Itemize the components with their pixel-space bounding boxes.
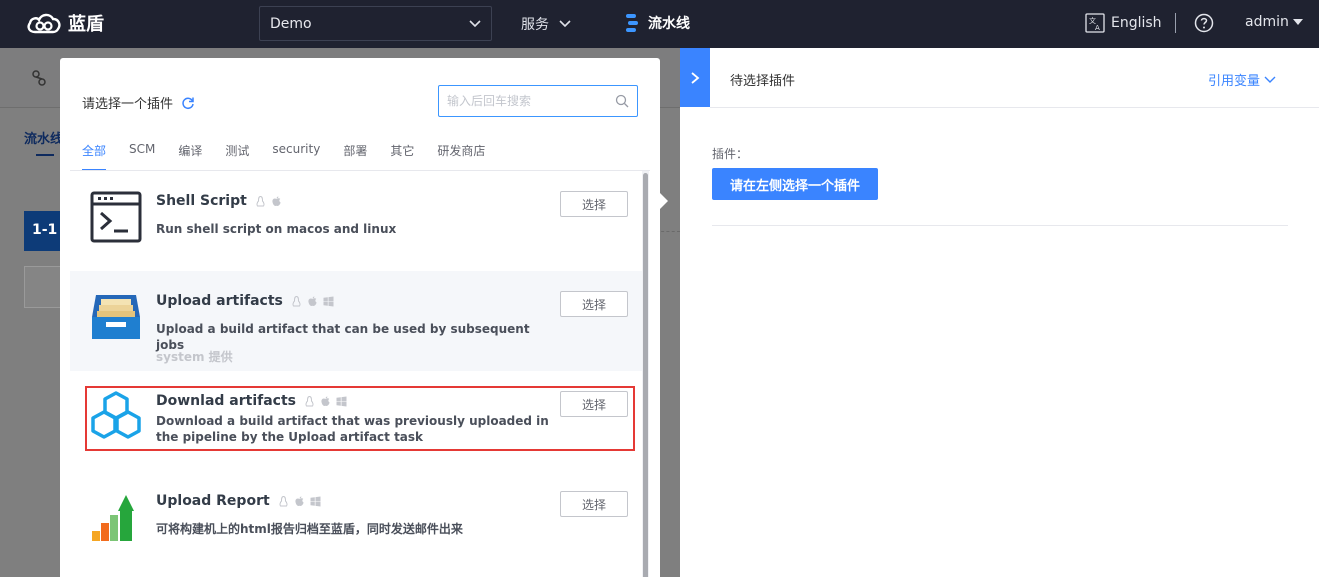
refresh-icon[interactable] xyxy=(181,96,195,110)
pipeline-icon xyxy=(626,14,638,32)
windows-icon xyxy=(323,296,334,306)
modal-title-text: 请选择一个插件 xyxy=(82,97,174,112)
background-tab-pipeline: 流水线 xyxy=(24,132,64,147)
tab-scm[interactable]: SCM xyxy=(129,142,155,171)
translate-icon: 文 A xyxy=(1085,13,1105,33)
apple-icon xyxy=(295,496,304,506)
linux-icon xyxy=(279,495,288,506)
plugin-list-scrollbar[interactable] xyxy=(642,171,649,577)
windows-icon xyxy=(310,496,321,506)
chevron-right-icon xyxy=(691,71,700,84)
os-support-icons xyxy=(291,295,334,307)
nav-pipeline-label: 流水线 xyxy=(648,16,690,32)
reference-variable-label: 引用变量 xyxy=(1208,74,1261,89)
plugin-item-shell-script[interactable]: Shell Script Run shell script on macos a… xyxy=(70,171,642,271)
chevron-down-icon xyxy=(469,19,481,27)
os-support-icons xyxy=(255,195,282,207)
project-select[interactable]: Demo xyxy=(259,6,492,41)
nav-divider xyxy=(1175,13,1176,33)
background-tab-underline xyxy=(36,154,54,156)
top-navigation-bar: 蓝盾 Demo 服务 流水线 文 A English admin xyxy=(0,0,1319,48)
highlight-box-download-artifacts xyxy=(85,386,635,451)
tab-test[interactable]: 测试 xyxy=(225,142,249,171)
nav-service-menu[interactable]: 服务 xyxy=(521,14,571,34)
plugin-config-panel: 待选择插件 引用变量 插件： 请在左侧选择一个插件 xyxy=(680,48,1319,577)
panel-divider xyxy=(712,225,1288,226)
tab-store[interactable]: 研发商店 xyxy=(437,142,485,171)
brand-logo[interactable]: 蓝盾 xyxy=(26,10,104,36)
panel-title: 待选择插件 xyxy=(730,74,796,89)
plugin-name-text: Shell Script xyxy=(156,193,247,209)
terminal-icon xyxy=(90,191,142,243)
plugin-field-label: 插件： xyxy=(712,147,749,161)
language-label: English xyxy=(1111,15,1162,31)
plugin-name: Shell Script xyxy=(156,193,282,209)
tab-other[interactable]: 其它 xyxy=(390,142,414,171)
pipeline-edit-icon xyxy=(32,70,46,86)
user-name: admin xyxy=(1245,14,1289,30)
cloud-logo-icon xyxy=(27,13,61,34)
tab-deploy[interactable]: 部署 xyxy=(343,142,367,171)
chevron-down-icon xyxy=(559,20,571,28)
plugin-item-upload-report[interactable]: Upload Report 可将构建机上的html报告归档至蓝盾，同时发送邮件出… xyxy=(70,471,642,571)
panel-header-divider xyxy=(710,107,1319,108)
background-stage-badge: 1-1 xyxy=(24,211,64,251)
brand-name: 蓝盾 xyxy=(68,14,104,35)
plugin-search-box[interactable] xyxy=(438,85,638,117)
help-icon[interactable] xyxy=(1194,13,1214,33)
reference-variable-link[interactable]: 引用变量 xyxy=(1208,70,1276,89)
svg-text:A: A xyxy=(1095,24,1100,32)
tab-all[interactable]: 全部 xyxy=(82,142,107,171)
tab-security[interactable]: security xyxy=(272,142,320,171)
search-icon[interactable] xyxy=(615,94,629,108)
nav-service-label: 服务 xyxy=(521,17,549,33)
linux-icon xyxy=(256,195,265,206)
collapse-panel-button[interactable] xyxy=(680,48,710,107)
select-button-upload-report[interactable]: 选择 xyxy=(560,491,628,517)
linux-icon xyxy=(292,295,301,306)
upload-tray-icon xyxy=(92,295,140,339)
tab-compile[interactable]: 编译 xyxy=(178,142,202,171)
language-switch[interactable]: 文 A English xyxy=(1085,13,1162,33)
choose-plugin-button[interactable]: 请在左侧选择一个插件 xyxy=(712,168,878,200)
scrollbar-thumb[interactable] xyxy=(643,173,648,577)
caret-down-icon xyxy=(1292,18,1303,25)
user-menu[interactable]: admin xyxy=(1245,14,1303,30)
chevron-down-icon xyxy=(1264,76,1276,83)
plugin-name-text: Upload Report xyxy=(156,493,270,509)
report-chart-icon xyxy=(92,495,134,541)
modal-title: 请选择一个插件 xyxy=(82,93,195,112)
plugin-name: Upload artifacts xyxy=(156,293,334,309)
plugin-list: Shell Script Run shell script on macos a… xyxy=(70,171,642,577)
plugin-name: Upload Report xyxy=(156,493,321,509)
apple-icon xyxy=(272,196,281,206)
nav-pipeline[interactable]: 流水线 xyxy=(624,13,690,33)
modal-pointer-arrow xyxy=(660,193,668,209)
plugin-description: 可将构建机上的html报告归档至蓝盾，同时发送邮件出来 xyxy=(156,522,463,536)
plugin-search-input[interactable] xyxy=(447,94,615,108)
plugin-name-text: Upload artifacts xyxy=(156,293,283,309)
os-support-icons xyxy=(278,495,321,507)
plugin-item-upload-artifacts[interactable]: Upload artifacts Upload a build artifact… xyxy=(70,271,642,371)
select-button-upload-artifacts[interactable]: 选择 xyxy=(560,291,628,317)
plugin-description: Run shell script on macos and linux xyxy=(156,222,397,236)
plugin-provider: system 提供 xyxy=(156,350,233,364)
background-job-box xyxy=(24,266,64,308)
project-select-value: Demo xyxy=(270,15,312,32)
plugin-select-modal: 请选择一个插件 全部 SCM 编译 测试 security 部署 其它 研发商店 xyxy=(60,58,660,577)
select-button-shell-script[interactable]: 选择 xyxy=(560,191,628,217)
apple-icon xyxy=(308,296,317,306)
plugin-category-tabs: 全部 SCM 编译 测试 security 部署 其它 研发商店 xyxy=(82,142,508,171)
